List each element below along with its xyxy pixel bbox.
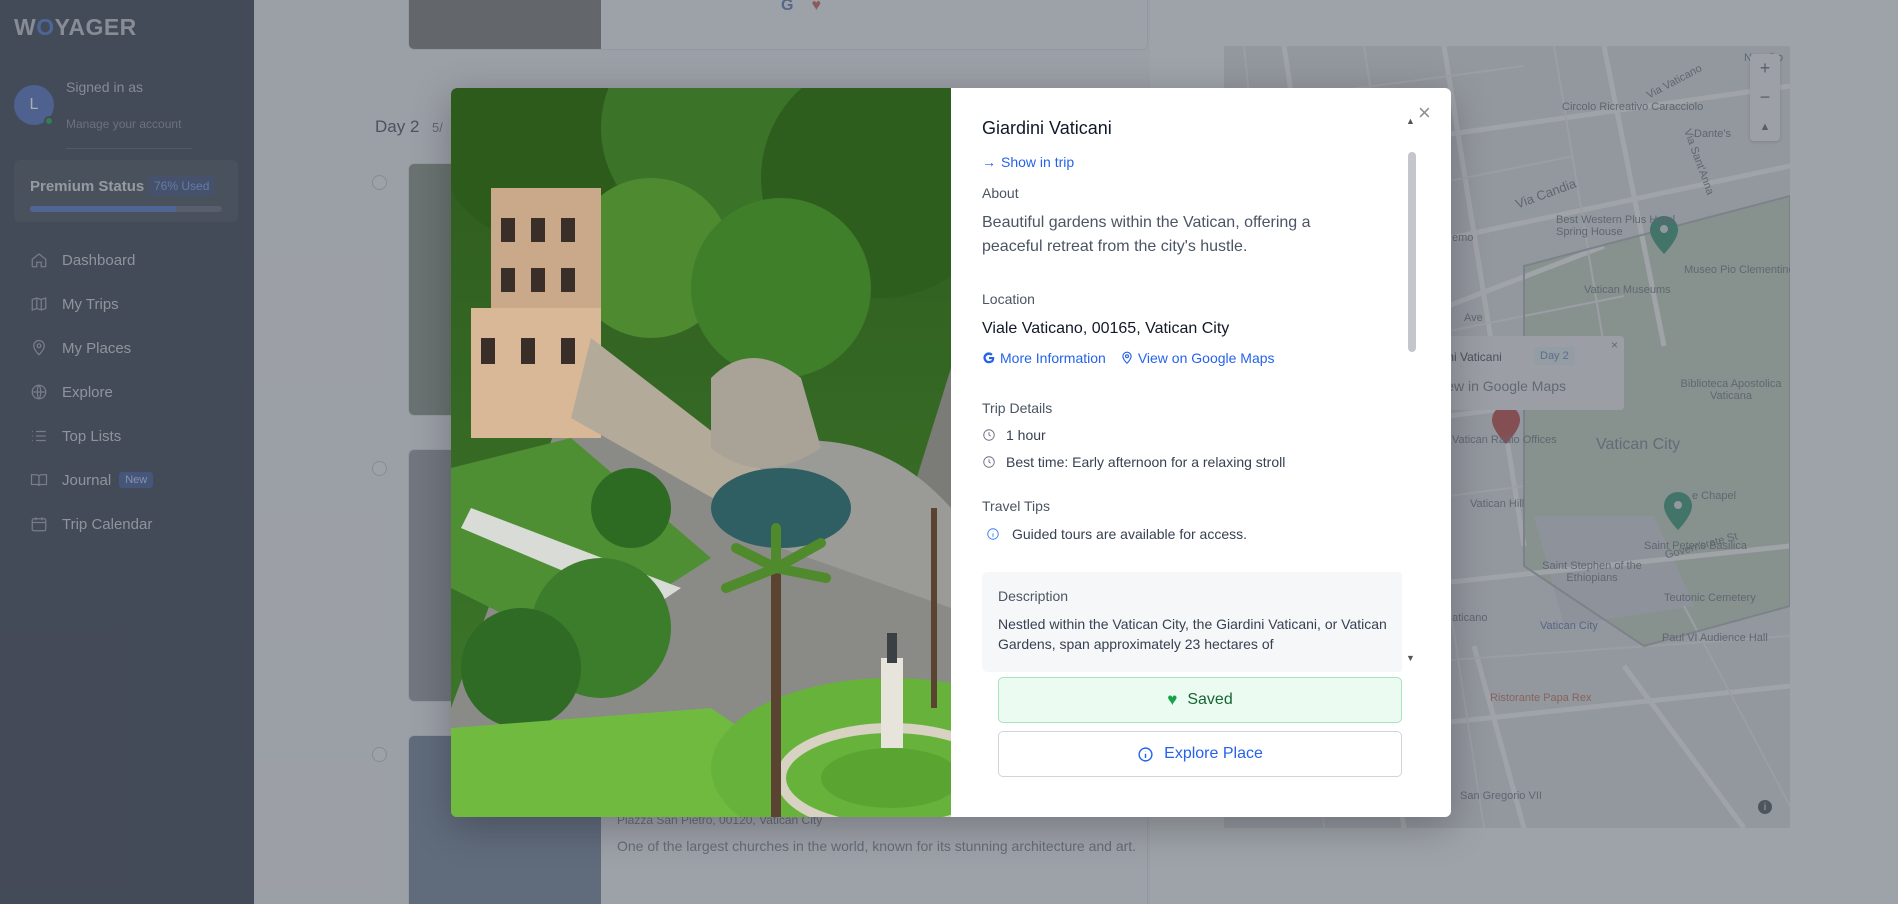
place-detail-modal: × ▲ ▼ Giardini Vaticani → Show in trip A… <box>451 88 1451 817</box>
explore-place-button[interactable]: Explore Place <box>998 731 1402 777</box>
explore-place-button-label: Explore Place <box>1164 745 1263 762</box>
more-information-link[interactable]: More Information <box>982 350 1106 366</box>
best-time-text: Best time: Early afternoon for a relaxin… <box>1006 454 1286 470</box>
about-label: About <box>982 185 1019 201</box>
close-modal-button[interactable]: × <box>1418 100 1431 126</box>
show-in-trip-label: Show in trip <box>1001 154 1075 170</box>
google-icon <box>983 352 995 364</box>
location-address: Viale Vaticano, 00165, Vatican City <box>982 320 1230 337</box>
scroll-up-arrow[interactable]: ▲ <box>1406 116 1415 126</box>
clock-icon <box>983 429 995 441</box>
trip-details-label: Trip Details <box>982 400 1053 416</box>
scrollbar-thumb[interactable] <box>1408 152 1416 352</box>
location-label: Location <box>982 291 1035 307</box>
description-text: Nestled within the Vatican City, the Gia… <box>998 616 1387 652</box>
info-icon <box>987 528 999 540</box>
description-box: Description Nestled within the Vatican C… <box>982 572 1402 672</box>
duration-row: 1 hour <box>982 427 1402 443</box>
location-links: More Information View on Google Maps <box>982 350 1402 366</box>
best-time-row: Best time: Early afternoon for a relaxin… <box>982 454 1402 470</box>
place-title: Giardini Vaticani <box>982 118 1112 138</box>
garden-photo <box>451 88 951 817</box>
about-text: Beautiful gardens within the Vatican, of… <box>982 214 1311 255</box>
show-in-trip-link[interactable]: → Show in trip <box>982 154 1402 170</box>
duration-text: 1 hour <box>1006 427 1046 443</box>
description-label: Description <box>998 588 1069 604</box>
info-icon <box>1138 746 1153 762</box>
map-pin-icon <box>1122 351 1132 365</box>
scroll-down-arrow[interactable]: ▼ <box>1406 653 1415 663</box>
view-on-google-maps-label: View on Google Maps <box>1137 350 1275 366</box>
place-detail-panel: Giardini Vaticani → Show in trip About B… <box>982 118 1402 678</box>
heart-icon: ♥ <box>1167 690 1178 709</box>
view-on-google-maps-link[interactable]: View on Google Maps <box>1120 350 1275 366</box>
travel-tips-label: Travel Tips <box>982 498 1050 514</box>
travel-tip-row: Guided tours are available for access. <box>982 526 1402 542</box>
travel-tip-text: Guided tours are available for access. <box>1012 526 1248 542</box>
place-photo <box>451 88 951 817</box>
saved-button-label: Saved <box>1187 691 1233 708</box>
more-information-label: More Information <box>1000 350 1106 366</box>
arrow-right-icon: → <box>982 154 996 170</box>
saved-button[interactable]: ♥ Saved <box>998 677 1402 723</box>
panel-scrollbar[interactable]: ▲ ▼ <box>1406 96 1416 663</box>
clock-icon <box>983 456 995 468</box>
